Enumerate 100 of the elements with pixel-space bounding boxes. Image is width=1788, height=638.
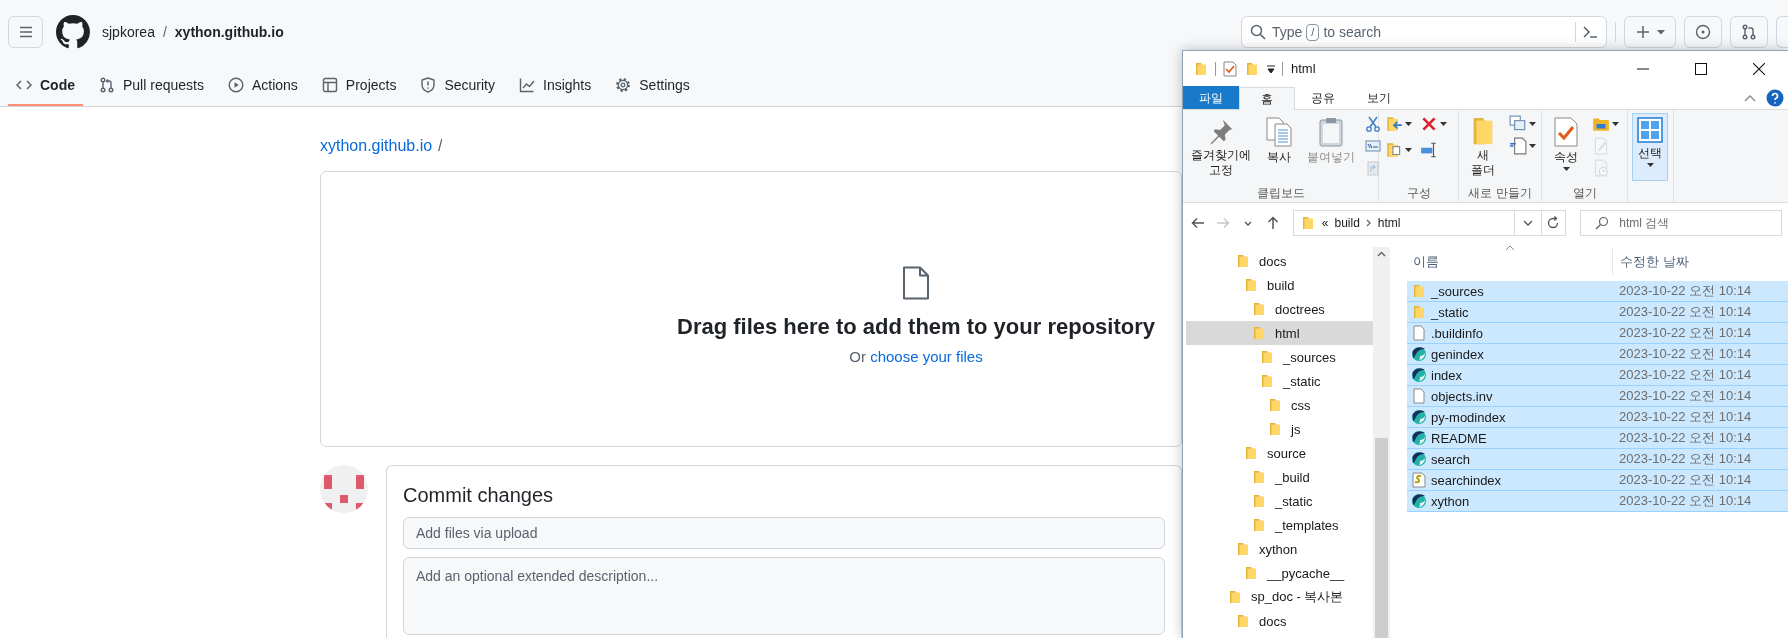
folder-tree-item[interactable]: docs (1186, 249, 1373, 273)
file-row[interactable]: README 2023-10-22 오전 10:14 (1407, 428, 1788, 449)
nav-tab[interactable]: Actions (219, 66, 306, 106)
nav-tab[interactable]: Settings (607, 66, 698, 106)
commit-summary-field[interactable]: Add files via upload (403, 517, 1165, 549)
folder-tree-item[interactable]: _templates (1186, 513, 1373, 537)
file-row[interactable]: _static 2023-10-22 오전 10:14 (1407, 302, 1788, 323)
file-date: 2023-10-22 오전 10:14 (1618, 303, 1752, 321)
file-row[interactable]: xython 2023-10-22 오전 10:14 (1407, 491, 1788, 512)
caret-icon (1657, 28, 1665, 36)
easy-access-icon[interactable] (1509, 137, 1527, 155)
menu-button[interactable] (8, 16, 43, 48)
file-row[interactable]: objects.inv 2023-10-22 오전 10:14 (1407, 386, 1788, 407)
move-to-folder-icon[interactable] (1385, 115, 1403, 133)
scrollbar[interactable] (1373, 247, 1390, 638)
file-row[interactable]: _sources 2023-10-22 오전 10:14 (1407, 281, 1788, 302)
folder-tree-item[interactable]: sp_doc - 복사본 (1186, 585, 1373, 609)
folder-tree-item[interactable]: xython (1186, 537, 1373, 561)
folder-tree-item[interactable]: html (1186, 321, 1373, 345)
file-row[interactable]: .buildinfo 2023-10-22 오전 10:14 (1407, 323, 1788, 344)
folder-icon (1259, 373, 1275, 389)
commit-description-field[interactable]: Add an optional extended description... (403, 557, 1165, 635)
file-date: 2023-10-22 오전 10:14 (1618, 429, 1752, 447)
repo-link[interactable]: xython.github.io (174, 24, 284, 40)
column-header[interactable]: 이름 (1407, 249, 1612, 275)
folder-tree-item[interactable]: doctrees (1186, 297, 1373, 321)
folder-tree-item[interactable]: build (1186, 273, 1373, 297)
open-folder-icon[interactable] (1592, 115, 1610, 133)
swirl-logo-icon (1411, 409, 1427, 425)
folder-tree-item[interactable]: css (1186, 393, 1373, 417)
pull-requests-button[interactable] (1730, 16, 1768, 48)
help-icon[interactable] (1766, 88, 1784, 107)
folder-tree-item[interactable]: _sources (1186, 345, 1373, 369)
file-name: _static (1431, 304, 1469, 320)
scissors-icon[interactable] (1365, 116, 1381, 132)
properties-check-icon[interactable] (1222, 60, 1238, 77)
file-row[interactable]: index 2023-10-22 오전 10:14 (1407, 365, 1788, 386)
ribbon-button[interactable]: 선택 (1632, 113, 1668, 181)
address-segment[interactable]: html (1377, 216, 1401, 230)
address-bar[interactable]: « build html (1292, 210, 1542, 236)
plus-icon (1635, 24, 1651, 40)
nav-tab[interactable]: Projects (313, 66, 405, 106)
ribbon-button[interactable]: 새 폴더 (1463, 113, 1503, 181)
nav-tab[interactable]: Security (412, 66, 503, 106)
folder-tree-item[interactable]: _build (1186, 465, 1373, 489)
nav-tab[interactable]: Insights (511, 66, 600, 106)
collapse-ribbon-icon[interactable] (1744, 93, 1756, 102)
terminal-icon[interactable] (1582, 24, 1598, 40)
file-row[interactable]: searchindex 2023-10-22 오전 10:14 (1407, 470, 1788, 491)
folder-tree-item[interactable]: source (1186, 441, 1373, 465)
search-field[interactable]: Type / to search (1241, 16, 1607, 48)
issues-button[interactable] (1684, 16, 1722, 48)
cat-logo-icon[interactable] (56, 15, 90, 49)
choose-files-link[interactable]: choose your files (870, 347, 983, 365)
overflow-chevrons[interactable]: « (1321, 216, 1329, 230)
ribbon-group-label: 새로 만들기 (1468, 185, 1532, 202)
ribbon-button[interactable]: 속성 (1546, 113, 1586, 181)
refresh-button[interactable] (1541, 210, 1567, 236)
swirl-logo-icon (1411, 430, 1427, 446)
file-date: 2023-10-22 오전 10:14 (1618, 282, 1752, 300)
copy-to-folder-icon[interactable] (1385, 141, 1403, 159)
avatar-icon (320, 465, 368, 513)
dropdown-icon[interactable] (1266, 63, 1276, 74)
ribbon-tab[interactable]: 홈 (1239, 87, 1295, 110)
file-name: xython (1431, 493, 1470, 509)
repo-link[interactable]: xython.github.io (320, 137, 433, 155)
delete-icon[interactable] (1420, 115, 1438, 133)
file-row[interactable]: search 2023-10-22 오전 10:14 (1407, 449, 1788, 470)
file-row[interactable]: genindex 2023-10-22 오전 10:14 (1407, 344, 1788, 365)
owner-link[interactable]: sjpkorea (102, 24, 155, 40)
address-segment[interactable]: build (1334, 216, 1360, 230)
ribbon-button[interactable]: 복사 (1259, 113, 1299, 181)
ribbon-tab[interactable]: 보기 (1351, 86, 1407, 109)
folder-tree-item[interactable]: js (1186, 417, 1373, 441)
file-date: 2023-10-22 오전 10:14 (1618, 408, 1752, 426)
file-name: searchindex (1431, 472, 1502, 488)
commit-title: Commit changes (403, 484, 555, 507)
nav-tab[interactable]: Code (8, 66, 83, 106)
file-icon (1411, 388, 1427, 404)
folder-tree-item[interactable]: __pycache__ (1186, 561, 1373, 585)
folder-icon (1227, 589, 1243, 605)
ribbon-button[interactable]: 즐겨찾기에 고정 (1187, 113, 1255, 181)
new-item-icon[interactable] (1509, 115, 1527, 133)
swirl-logo-icon (1411, 346, 1427, 362)
file-menu-tab[interactable]: 파일 (1183, 86, 1239, 109)
file-drop-zone[interactable]: Drag files here to add them to your repository Or choose your files (320, 171, 1182, 447)
copy-path-icon[interactable] (1365, 138, 1381, 154)
rename-icon[interactable] (1420, 141, 1438, 159)
file-row[interactable]: py-modindex 2023-10-22 오전 10:14 (1407, 407, 1788, 428)
copy-icon (1263, 116, 1295, 148)
search-field[interactable]: html 검색 (1580, 210, 1782, 236)
scrollbar-thumb[interactable] (1375, 438, 1388, 638)
caret-icon (1529, 143, 1536, 149)
chevron-down-icon[interactable] (1522, 220, 1533, 226)
folder-tree-item[interactable]: _static (1186, 369, 1373, 393)
folder-tree-item[interactable]: _static (1186, 489, 1373, 513)
nav-tab[interactable]: Pull requests (91, 66, 212, 106)
ribbon-tab[interactable]: 공유 (1295, 86, 1351, 109)
column-header[interactable]: 수정한 날짜 (1612, 249, 1782, 275)
folder-tree-item[interactable]: docs (1186, 609, 1373, 633)
